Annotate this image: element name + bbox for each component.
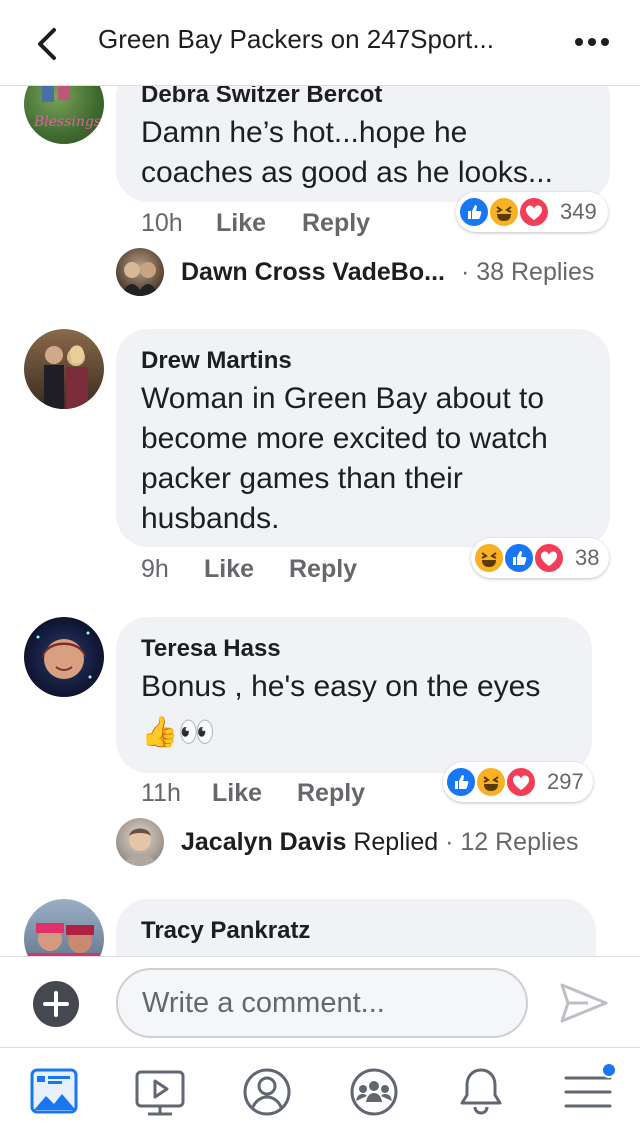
comment-author[interactable]: Debra Switzer Bercot — [141, 86, 382, 109]
back-arrow-icon[interactable] — [28, 24, 64, 64]
notifications-icon[interactable] — [453, 1064, 509, 1120]
reaction-summary[interactable]: 38 — [471, 538, 609, 578]
profile-icon[interactable] — [239, 1064, 295, 1120]
replied-label: Replied — [346, 828, 439, 856]
replies-summary[interactable]: Jacalyn Davis Replied · 12 Replies — [181, 828, 579, 857]
comment-text-line: Bonus , he's easy on the eyes — [141, 670, 541, 703]
reply-link[interactable]: Reply — [302, 209, 370, 238]
reply-link[interactable]: Reply — [297, 779, 365, 808]
comment-text-line: Damn he’s hot...hope he — [141, 116, 468, 149]
reply-author[interactable]: Jacalyn Davis — [181, 828, 346, 856]
avatar[interactable] — [24, 617, 104, 697]
comment-time: 9h — [141, 555, 169, 583]
comment-emoji: 👍👀 — [141, 715, 216, 750]
add-attachment-button[interactable] — [33, 981, 79, 1027]
comments-feed: Blessings Debra Switzer Bercot Damn he’s… — [0, 86, 640, 956]
haha-icon — [473, 542, 505, 574]
avatar[interactable] — [24, 899, 104, 956]
page-title: Green Bay Packers on 247Sport... — [98, 24, 494, 54]
reaction-count: 297 — [547, 769, 584, 794]
comment-text-line: packer games than their — [141, 462, 463, 495]
reaction-count: 349 — [560, 199, 597, 224]
watch-icon[interactable] — [132, 1064, 188, 1120]
comment-time: 10h — [141, 209, 183, 237]
news-feed-icon[interactable] — [26, 1064, 82, 1120]
comment-text-line: husbands. — [141, 502, 280, 535]
haha-icon — [475, 766, 507, 798]
replies-count[interactable]: · 38 Replies — [461, 258, 594, 286]
like-icon — [503, 542, 535, 574]
reply-author[interactable]: Dawn Cross VadeBo... — [181, 258, 445, 286]
like-icon — [445, 766, 477, 798]
like-link[interactable]: Like — [212, 779, 262, 808]
comment-input[interactable]: Write a comment... — [116, 968, 528, 1038]
comment-author[interactable]: Teresa Hass — [141, 635, 281, 663]
comment-text-line: become more excited to watch — [141, 422, 548, 455]
like-icon — [458, 196, 490, 228]
comment-time: 11h — [141, 779, 181, 807]
like-link[interactable]: Like — [204, 555, 254, 584]
more-options-icon[interactable] — [572, 32, 612, 52]
reply-link[interactable]: Reply — [289, 555, 357, 584]
comment-text-line: Woman in Green Bay about to — [141, 382, 545, 415]
haha-icon — [488, 196, 520, 228]
avatar[interactable] — [116, 248, 164, 296]
love-icon — [505, 766, 537, 798]
top-header: Green Bay Packers on 247Sport... — [0, 0, 640, 86]
comment-composer: Write a comment... — [0, 956, 640, 1048]
avatar[interactable]: Blessings — [24, 86, 104, 144]
notification-badge — [601, 1062, 617, 1078]
reaction-count: 38 — [575, 545, 600, 570]
plus-icon — [43, 991, 69, 1017]
comment-author[interactable]: Tracy Pankratz — [141, 917, 310, 945]
svg-text:Blessings: Blessings — [33, 114, 101, 130]
replies-summary[interactable]: Dawn Cross VadeBo... · 38 Replies — [181, 258, 594, 287]
bottom-tab-bar — [0, 1048, 640, 1136]
avatar[interactable] — [116, 818, 164, 866]
love-icon — [518, 196, 550, 228]
groups-icon[interactable] — [346, 1064, 402, 1120]
replies-count[interactable]: · 12 Replies — [438, 828, 578, 856]
love-icon — [533, 542, 565, 574]
comment-text-line: coaches as good as he looks... — [141, 156, 553, 189]
send-icon[interactable] — [558, 981, 610, 1025]
comment-author[interactable]: Drew Martins — [141, 347, 292, 375]
reaction-summary[interactable]: 297 — [443, 762, 593, 802]
reaction-summary[interactable]: 349 — [456, 192, 608, 232]
avatar[interactable] — [24, 329, 104, 409]
like-link[interactable]: Like — [216, 209, 266, 238]
